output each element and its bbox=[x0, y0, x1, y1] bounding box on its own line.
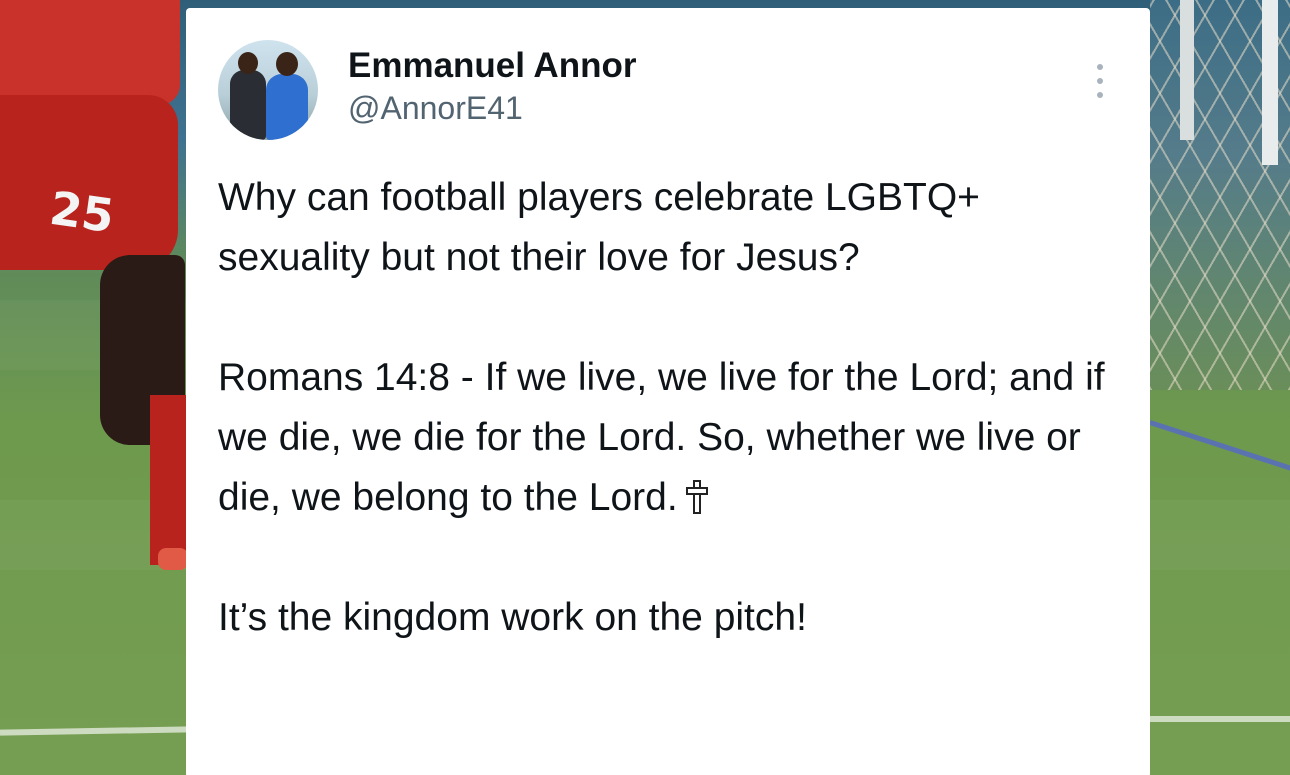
tweet-paragraph: Why can football players celebrate LGBTQ… bbox=[218, 176, 991, 279]
tweet-text: Why can football players celebrate LGBTQ… bbox=[218, 168, 1118, 648]
goal-post bbox=[1262, 0, 1278, 165]
player-shirt bbox=[0, 0, 180, 105]
jersey-number: 25 bbox=[46, 180, 118, 244]
avatar-person bbox=[230, 70, 266, 140]
tweet-card: Emmanuel Annor @AnnorE41 Why can footbal… bbox=[186, 8, 1150, 775]
pitch-line bbox=[1150, 716, 1290, 722]
pitch-line bbox=[1149, 420, 1290, 475]
player-shorts bbox=[0, 95, 178, 270]
goal-post bbox=[1180, 0, 1194, 140]
pitch-line bbox=[0, 726, 191, 736]
player-sock bbox=[150, 395, 186, 565]
author-name[interactable]: Emmanuel Annor bbox=[348, 46, 636, 86]
tweet-paragraph: Romans 14:8 - If we live, we live for th… bbox=[218, 348, 1118, 528]
tweet-paragraph-text: Romans 14:8 - If we live, we live for th… bbox=[218, 356, 1116, 519]
latin-cross-icon bbox=[684, 472, 710, 514]
goal-net bbox=[1150, 0, 1290, 390]
player-boot bbox=[158, 548, 188, 570]
author-handle[interactable]: @AnnorE41 bbox=[348, 90, 523, 127]
more-options-icon[interactable] bbox=[1090, 64, 1110, 98]
avatar[interactable] bbox=[218, 40, 318, 140]
avatar-person bbox=[266, 74, 308, 140]
avatar-head bbox=[238, 52, 258, 74]
football-player: 25 bbox=[0, 0, 190, 600]
avatar-head bbox=[276, 52, 298, 76]
tweet-paragraph: It’s the kingdom work on the pitch! bbox=[218, 596, 807, 639]
